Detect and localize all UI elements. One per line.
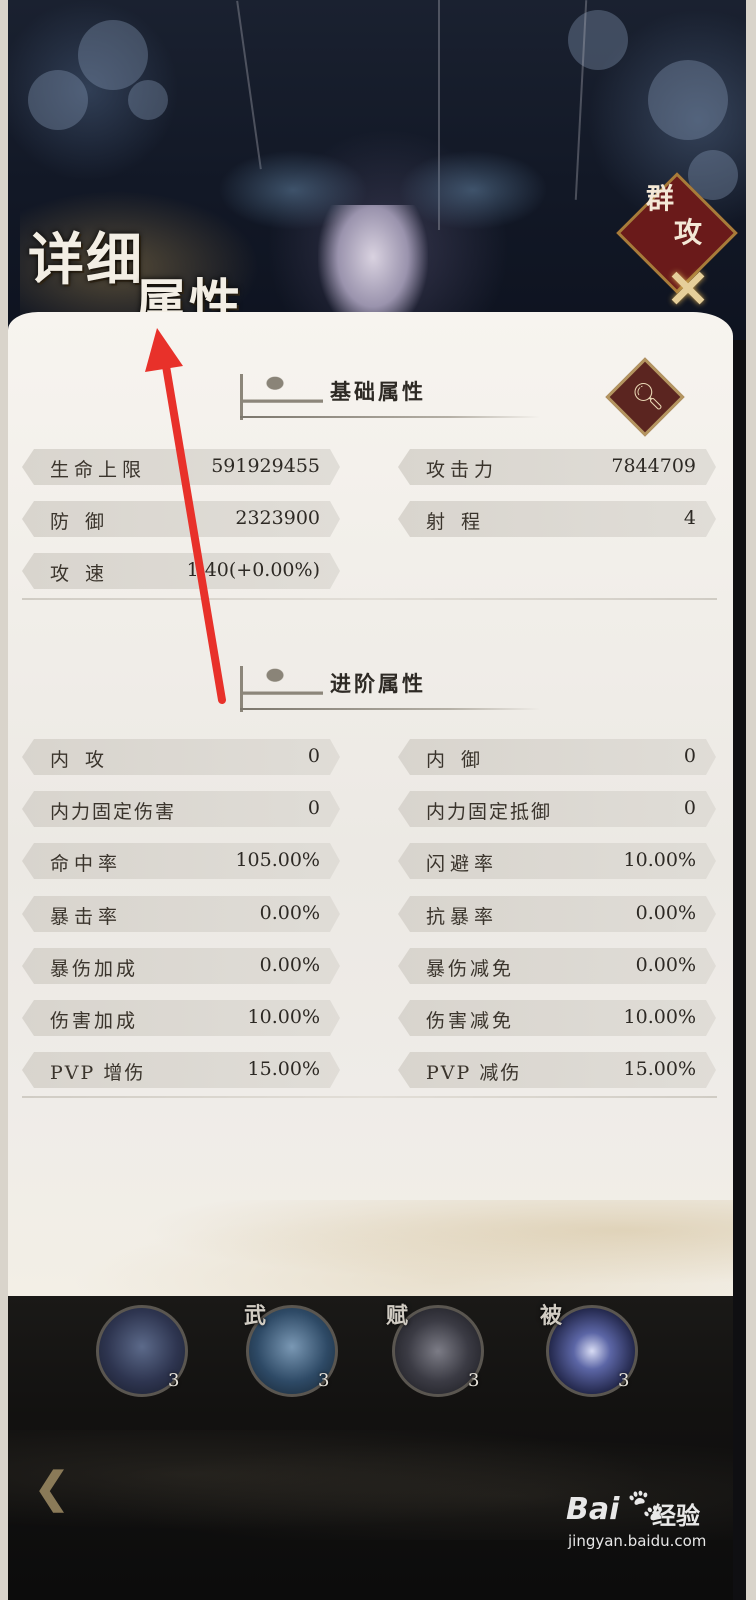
stat-hp: 生命上限 591929455 [22,449,340,485]
stat-defense: 防 御 2323900 [22,501,340,537]
panel-wave-decor [8,1200,733,1300]
stat-value: 7844709 [611,455,696,477]
stat-inner-attack: 内 攻 0 [22,739,340,775]
stat-value: 1.40(+0.00%) [186,559,320,581]
stat-inner-defense: 内 御 0 [398,739,716,775]
stat-hit-rate: 命中率 105.00% [22,843,340,879]
skill-tag: 武 [244,1303,267,1329]
stat-value: 0.00% [635,954,696,976]
blossom-decor [28,70,88,130]
stat-value: 0.00% [259,954,320,976]
stat-label: 伤害加成 [50,1010,139,1032]
stat-label: 生命上限 [50,459,147,481]
blossom-decor [648,60,728,140]
left-border [0,0,8,1600]
magnifier-icon[interactable]: 🔍︎ [617,369,679,425]
stat-label: 射 程 [426,511,486,533]
stat-label: 伤害减免 [426,1010,515,1032]
skill-tag: 被 [540,1303,563,1329]
stat-label: 命中率 [50,853,123,875]
stat-label: 内 御 [426,749,486,771]
stat-anti-crit: 抗暴率 0.00% [398,896,716,932]
section-divider [22,1096,717,1098]
skill-level: 3 [168,1370,180,1391]
stat-value: 0 [307,745,320,767]
stat-attack: 攻击力 7844709 [398,449,716,485]
stamp-char-2: 攻 [674,216,703,249]
watermark-name: 经验 [652,1501,700,1530]
blossom-decor [78,20,148,90]
stat-value: 10.00% [247,1006,320,1028]
stat-label: 内 攻 [50,749,110,771]
page-title: 详细 [28,227,144,293]
stat-value: 0.00% [635,902,696,924]
blossom-decor [568,10,628,70]
advanced-section-title: 进阶属性 [330,671,426,696]
stat-label: 暴击率 [50,906,123,928]
stat-crit-damage: 暴伤加成 0.00% [22,948,340,984]
stat-label: 暴伤加成 [50,958,139,980]
stat-range: 射 程 4 [398,501,716,537]
blossom-decor [128,80,168,120]
stat-pvp-bonus: PVP 增伤 15.00% [22,1052,340,1088]
stat-crit-rate: 暴击率 0.00% [22,896,340,932]
watermark-brand: Bai [566,1492,620,1527]
right-border [746,0,756,1600]
stat-pvp-reduction: PVP 减伤 15.00% [398,1052,716,1088]
stat-value: 105.00% [235,849,320,871]
skill-level: 3 [468,1370,480,1391]
stat-label: 防 御 [50,511,110,533]
stat-value: 15.00% [623,1058,696,1080]
branch-decor [236,0,262,170]
stat-label: 攻击力 [426,459,499,481]
watermark-url: jingyan.baidu.com [568,1532,707,1550]
stat-value: 2323900 [235,507,320,529]
stat-value: 0.00% [259,902,320,924]
stat-label: 内力固定抵御 [426,801,553,823]
stat-dodge-rate: 闪避率 10.00% [398,843,716,879]
skill-tag: 赋 [386,1303,409,1329]
section-divider [22,598,717,600]
brush-icon [240,666,323,712]
brush-icon [240,374,323,420]
stat-label: 抗暴率 [426,906,499,928]
stat-fixed-resist: 内力固定抵御 0 [398,791,716,827]
stat-value: 591929455 [211,455,320,477]
skill-level: 3 [318,1370,330,1391]
basic-section-title: 基础属性 [330,379,426,404]
stamp-char-1: 群 [646,182,675,215]
section-underline [240,708,540,710]
stat-value: 10.00% [623,849,696,871]
screen: 详细 属性 群 攻 ✕ 基础属性 🔍︎ 生命上限 591929455 攻击力 7… [0,0,756,1600]
stat-value: 0 [683,745,696,767]
stat-value: 4 [683,507,696,529]
crossed-swords-icon: ✕ [666,259,710,320]
back-arrow-icon[interactable]: ❮ [34,1467,94,1509]
stat-value: 15.00% [247,1058,320,1080]
stat-label: 暴伤减免 [426,958,515,980]
stat-label: PVP 增伤 [50,1062,146,1084]
basic-section-header: 基础属性 [240,372,560,432]
advanced-section-header: 进阶属性 [240,664,560,724]
watermark: Bai 🐾︎ 经验 jingyan.baidu.com [566,1486,726,1560]
stat-value: 0 [307,797,320,819]
stat-label: PVP 减伤 [426,1062,522,1084]
skill-level: 3 [618,1370,630,1391]
stat-attack-speed: 攻 速 1.40(+0.00%) [22,553,340,589]
stat-fixed-damage: 内力固定伤害 0 [22,791,340,827]
stat-damage-reduction: 伤害减免 10.00% [398,1000,716,1036]
section-underline [240,416,540,418]
stat-value: 10.00% [623,1006,696,1028]
stat-damage-bonus: 伤害加成 10.00% [22,1000,340,1036]
stat-label: 闪避率 [426,853,499,875]
stat-label: 攻 速 [50,563,110,585]
stat-label: 内力固定伤害 [50,801,177,823]
stat-crit-reduction: 暴伤减免 0.00% [398,948,716,984]
stat-value: 0 [683,797,696,819]
